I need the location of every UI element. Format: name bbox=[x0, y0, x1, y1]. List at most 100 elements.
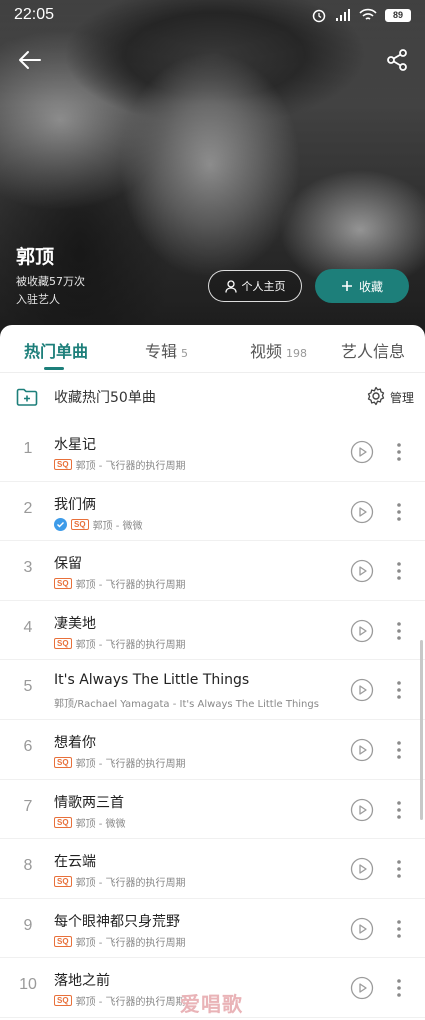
more-vertical-icon bbox=[397, 860, 401, 878]
verified-icon bbox=[54, 517, 67, 531]
song-subtitle: 郭顶 - 飞行器的执行周期 bbox=[75, 639, 186, 651]
song-subtitle: 郭顶/Rachael Yamagata - It's Always The Li… bbox=[54, 699, 319, 711]
song-subtitle: 郭顶 - 飞行器的执行周期 bbox=[75, 878, 186, 890]
more-options-button[interactable] bbox=[390, 738, 408, 762]
song-index: 7 bbox=[23, 797, 33, 815]
sq-badge: SQ bbox=[54, 459, 72, 470]
song-title: 在云端 bbox=[54, 854, 96, 871]
song-title: 落地之前 bbox=[54, 973, 110, 990]
gear-icon bbox=[367, 386, 385, 406]
sq-badge: SQ bbox=[54, 816, 72, 828]
tab-videos[interactable]: 视频 198 bbox=[250, 338, 307, 362]
collect-artist-button[interactable]: 收藏 bbox=[315, 269, 409, 303]
artist-settled-label: 入驻艺人 bbox=[16, 293, 60, 306]
mv-play-button[interactable] bbox=[350, 798, 374, 822]
song-meta: SQ 郭顶 - 飞行器的执行周期 bbox=[54, 576, 186, 591]
song-meta: SQ 郭顶 - 飞行器的执行周期 bbox=[54, 993, 186, 1008]
song-meta: SQ 郭顶 - 飞行器的执行周期 bbox=[54, 755, 186, 770]
mv-play-button[interactable] bbox=[350, 738, 374, 762]
folder-add-icon bbox=[16, 388, 38, 406]
song-title: 我们俩 bbox=[54, 496, 96, 513]
song-row[interactable]: 8 在云端 SQ 郭顶 - 飞行器的执行周期 bbox=[0, 839, 425, 899]
alarm-icon bbox=[312, 9, 326, 23]
tab-albums-label: 专辑 bbox=[145, 342, 178, 361]
play-circle-icon bbox=[350, 679, 374, 702]
song-index: 6 bbox=[23, 737, 33, 755]
mv-play-button[interactable] bbox=[350, 500, 374, 524]
more-options-button[interactable] bbox=[390, 500, 408, 524]
back-arrow-icon bbox=[19, 51, 41, 69]
tab-albums[interactable]: 专辑 5 bbox=[145, 338, 188, 362]
more-vertical-icon bbox=[397, 443, 401, 461]
sq-badge: SQ bbox=[54, 637, 72, 649]
mv-play-button[interactable] bbox=[350, 559, 374, 583]
manage-button[interactable]: 管理 bbox=[364, 373, 425, 421]
tab-hot-songs-label: 热门单曲 bbox=[24, 342, 89, 361]
sq-badge: SQ bbox=[71, 518, 89, 530]
song-title: 保留 bbox=[54, 556, 82, 573]
mv-play-button[interactable] bbox=[350, 619, 374, 643]
more-vertical-icon bbox=[397, 562, 401, 580]
collect-hot-songs-label: 收藏热门50单曲 bbox=[54, 390, 156, 406]
play-circle-icon bbox=[350, 858, 374, 881]
active-tab-indicator bbox=[44, 367, 64, 370]
more-options-button[interactable] bbox=[390, 440, 408, 464]
more-vertical-icon bbox=[397, 621, 401, 640]
mv-play-button[interactable] bbox=[350, 857, 374, 881]
artist-fav-count: 被收藏57万次 bbox=[16, 275, 85, 288]
song-row[interactable]: 6 想着你 SQ 郭顶 - 飞行器的执行周期 bbox=[0, 720, 425, 780]
status-time: 22:05 bbox=[14, 6, 55, 23]
mv-play-button[interactable] bbox=[350, 440, 374, 464]
more-options-button[interactable] bbox=[390, 559, 408, 583]
battery-indicator: 89 bbox=[385, 8, 411, 22]
profile-button[interactable]: 个人主页 bbox=[208, 270, 302, 302]
mv-play-button[interactable] bbox=[350, 976, 374, 1000]
tab-hot-songs[interactable]: 热门单曲 bbox=[24, 338, 88, 362]
artist-header: 22:05 89 郭顶 被收藏57万次 入驻艺人 个人主页 收藏 bbox=[0, 0, 425, 345]
song-row[interactable]: 3 保留 SQ 郭顶 - 飞行器的执行周期 bbox=[0, 541, 425, 601]
more-vertical-icon bbox=[397, 741, 401, 759]
more-options-button[interactable] bbox=[390, 976, 408, 1000]
song-meta: SQ 郭顶 - 飞行器的执行周期 bbox=[54, 874, 186, 889]
signal-icon bbox=[336, 9, 350, 21]
song-row[interactable]: 5 It's Always The Little Things 郭顶/Racha… bbox=[0, 660, 425, 720]
sq-badge: SQ bbox=[54, 876, 72, 888]
mv-play-button[interactable] bbox=[350, 917, 374, 941]
song-row[interactable]: 1 水星记 SQ 郭顶 - 飞行器的执行周期 bbox=[0, 422, 425, 482]
more-vertical-icon bbox=[397, 979, 401, 998]
more-vertical-icon bbox=[397, 502, 401, 521]
sq-badge: SQ bbox=[54, 935, 72, 947]
song-row[interactable]: 9 每个眼神都只身荒野 SQ 郭顶 - 飞行器的执行周期 bbox=[0, 899, 425, 959]
share-button[interactable] bbox=[379, 42, 415, 78]
more-options-button[interactable] bbox=[390, 857, 408, 881]
tab-bar: 热门单曲 专辑 5 视频 198 艺人信息 bbox=[0, 325, 425, 373]
song-subtitle: 郭顶 - 飞行器的执行周期 bbox=[75, 937, 186, 949]
person-icon bbox=[224, 279, 237, 293]
sq-badge: SQ bbox=[54, 578, 72, 590]
collect-hot-songs-button[interactable]: 收藏热门50单曲 bbox=[0, 373, 300, 421]
mv-play-button[interactable] bbox=[350, 678, 374, 702]
manage-label: 管理 bbox=[390, 391, 415, 405]
more-options-button[interactable] bbox=[390, 619, 408, 643]
more-options-button[interactable] bbox=[390, 678, 408, 702]
scrollbar[interactable] bbox=[420, 640, 423, 820]
sq-badge: SQ bbox=[54, 995, 72, 1007]
song-subtitle: 郭顶 - 飞行器的执行周期 bbox=[75, 758, 186, 770]
song-row[interactable]: 7 情歌两三首 SQ 郭顶 - 微微 bbox=[0, 780, 425, 840]
more-options-button[interactable] bbox=[390, 798, 408, 822]
plus-icon bbox=[341, 281, 352, 291]
song-index: 2 bbox=[23, 499, 33, 517]
tab-artist-info-label: 艺人信息 bbox=[341, 342, 406, 361]
song-row[interactable]: 4 凄美地 SQ 郭顶 - 飞行器的执行周期 bbox=[0, 601, 425, 661]
song-meta: SQ 郭顶 - 飞行器的执行周期 bbox=[54, 636, 186, 651]
more-options-button[interactable] bbox=[390, 917, 408, 941]
play-circle-icon bbox=[350, 977, 374, 1000]
back-button[interactable] bbox=[12, 42, 48, 78]
song-subtitle: 郭顶 - 微微 bbox=[75, 818, 126, 830]
song-row[interactable]: 2 我们俩 SQ 郭顶 - 微微 bbox=[0, 482, 425, 542]
tab-artist-info[interactable]: 艺人信息 bbox=[341, 338, 405, 362]
watermark-logo: 爱唱歌 bbox=[180, 992, 243, 1016]
song-meta: 郭顶/Rachael Yamagata - It's Always The Li… bbox=[54, 695, 319, 710]
song-index: 10 bbox=[19, 976, 37, 994]
collect-button-label: 收藏 bbox=[358, 279, 383, 294]
